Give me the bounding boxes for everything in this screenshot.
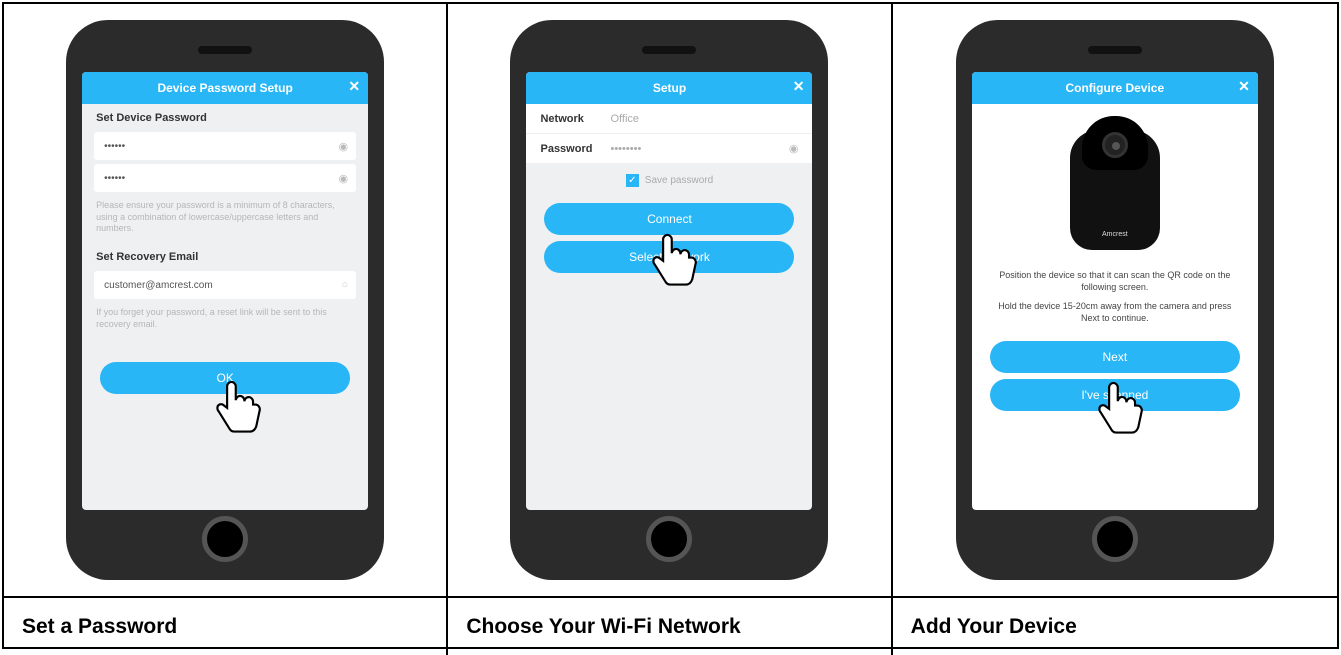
email-input[interactable]: customer@amcrest.com ○ bbox=[94, 271, 356, 299]
eye-icon[interactable]: ◉ bbox=[339, 140, 349, 153]
wifi-password-label: Password bbox=[540, 143, 610, 155]
app-title: Configure Device bbox=[1065, 81, 1164, 95]
home-button[interactable] bbox=[646, 516, 692, 562]
app-header: Setup ✕ bbox=[526, 72, 812, 104]
instruction-text-1: Position the device so that it can scan … bbox=[972, 266, 1258, 297]
checkbox-icon[interactable]: ✓ bbox=[626, 174, 639, 187]
email-help-text: If you forget your password, a reset lin… bbox=[82, 303, 368, 338]
password-value: •••••• bbox=[104, 141, 125, 152]
pointer-icon bbox=[212, 377, 266, 443]
network-value: Office bbox=[610, 113, 798, 125]
phone-frame: Configure Device ✕ Amcrest Position the … bbox=[956, 20, 1274, 580]
instruction-grid: Device Password Setup ✕ Set Device Passw… bbox=[2, 2, 1339, 649]
instruction-text-2: Hold the device 15-20cm away from the ca… bbox=[972, 297, 1258, 328]
cell-add-device: Configure Device ✕ Amcrest Position the … bbox=[893, 4, 1337, 598]
connect-label: Connect bbox=[647, 212, 692, 226]
caption-set-password: Set a Password bbox=[22, 615, 177, 639]
caption-cell-1: Set a Password bbox=[4, 598, 448, 655]
home-button[interactable] bbox=[1092, 516, 1138, 562]
password-confirm-input[interactable]: •••••• ◉ bbox=[94, 164, 356, 192]
phone-frame: Device Password Setup ✕ Set Device Passw… bbox=[66, 20, 384, 580]
caption-choose-wifi: Choose Your Wi-Fi Network bbox=[466, 615, 740, 639]
eye-icon[interactable]: ◉ bbox=[339, 172, 349, 185]
password-input[interactable]: •••••• ◉ bbox=[94, 132, 356, 160]
phone-frame: Setup ✕ Network Office Password ••••••••… bbox=[510, 20, 828, 580]
phone-screen: Configure Device ✕ Amcrest Position the … bbox=[972, 72, 1258, 510]
password-confirm-value: •••••• bbox=[104, 173, 125, 184]
app-header: Configure Device ✕ bbox=[972, 72, 1258, 104]
network-row[interactable]: Network Office bbox=[526, 104, 812, 134]
eye-icon[interactable]: ◉ bbox=[789, 142, 799, 155]
close-icon[interactable]: ✕ bbox=[1238, 78, 1250, 95]
next-label: Next bbox=[1102, 350, 1127, 364]
cell-choose-wifi: Setup ✕ Network Office Password ••••••••… bbox=[448, 4, 892, 598]
section-set-password: Set Device Password bbox=[82, 104, 368, 128]
network-label: Network bbox=[540, 113, 610, 125]
close-icon[interactable]: ✕ bbox=[793, 78, 805, 95]
save-password-label: Save password bbox=[645, 175, 713, 186]
cell-set-password: Device Password Setup ✕ Set Device Passw… bbox=[4, 4, 448, 598]
home-button[interactable] bbox=[202, 516, 248, 562]
phone-speaker bbox=[198, 46, 252, 54]
caption-cell-3: Add Your Device bbox=[893, 598, 1337, 655]
pointer-icon bbox=[648, 230, 702, 296]
caption-add-device: Add Your Device bbox=[911, 615, 1077, 639]
camera-icon: Amcrest bbox=[1060, 112, 1170, 262]
camera-illustration: Amcrest bbox=[972, 104, 1258, 266]
email-value: customer@amcrest.com bbox=[104, 280, 213, 291]
phone-screen: Setup ✕ Network Office Password ••••••••… bbox=[526, 72, 812, 510]
app-title: Device Password Setup bbox=[157, 81, 292, 95]
phone-screen: Device Password Setup ✕ Set Device Passw… bbox=[82, 72, 368, 510]
app-header: Device Password Setup ✕ bbox=[82, 72, 368, 104]
next-button[interactable]: Next bbox=[990, 341, 1240, 373]
section-recovery-email: Set Recovery Email bbox=[82, 243, 368, 267]
password-help-text: Please ensure your password is a minimum… bbox=[82, 196, 368, 243]
save-password-row[interactable]: ✓ Save password bbox=[526, 164, 812, 197]
caption-cell-2: Choose Your Wi-Fi Network bbox=[448, 598, 892, 655]
wifi-password-row[interactable]: Password •••••••• ◉ bbox=[526, 134, 812, 164]
close-icon[interactable]: ✕ bbox=[348, 78, 360, 95]
phone-speaker bbox=[1088, 46, 1142, 54]
phone-speaker bbox=[642, 46, 696, 54]
clear-icon[interactable]: ○ bbox=[342, 279, 349, 291]
wifi-password-value: •••••••• bbox=[610, 143, 788, 155]
app-title: Setup bbox=[653, 81, 686, 95]
pointer-icon bbox=[1094, 378, 1148, 444]
